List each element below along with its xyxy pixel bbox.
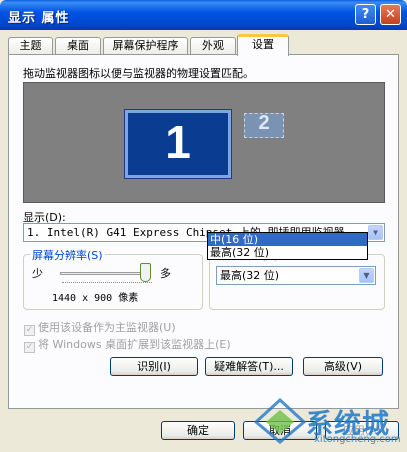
chevron-down-icon[interactable]: ▼ <box>359 268 374 283</box>
color-quality-dropdown-list: 中(16 位) 最高(32 位) <box>207 232 368 260</box>
watermark: 系统城 xitongcheng.com <box>254 396 404 448</box>
tab-appearance[interactable]: 外观 <box>190 37 236 55</box>
color-quality-select[interactable]: 最高(32 位) ▼ <box>216 266 376 285</box>
monitor-1-label: 1 <box>165 116 191 168</box>
monitor-2[interactable]: 2 <box>244 112 284 138</box>
color-option-16bit[interactable]: 中(16 位) <box>208 233 367 246</box>
extend-desktop-checkbox[interactable]: ✓ 将 Windows 桌面扩展到该监视器上(E) <box>24 336 231 353</box>
extend-desktop-label: 将 Windows 桌面扩展到该监视器上(E) <box>38 338 231 351</box>
tab-settings[interactable]: 设置 <box>237 34 289 56</box>
watermark-url: xitongcheng.com <box>314 434 401 445</box>
watermark-logo-icon <box>254 398 306 444</box>
chevron-down-icon[interactable]: ▼ <box>368 225 383 240</box>
help-button[interactable]: ? <box>355 4 376 25</box>
resolution-group: 屏幕分辨率(S) 少 多 1440 x 900 像素 <box>23 247 203 310</box>
resolution-less-label: 少 <box>32 267 43 280</box>
tab-desktop[interactable]: 桌面 <box>55 37 101 55</box>
checkbox-icon: ✓ <box>24 342 35 353</box>
troubleshoot-button[interactable]: 疑难解答(T)... <box>205 357 293 376</box>
slider-ticks <box>62 282 152 284</box>
primary-monitor-label: 使用该设备作为主监视器(U) <box>38 321 176 334</box>
resolution-more-label: 多 <box>160 267 171 280</box>
color-quality-group: 颜色质量(C) 最高(32 位) ▼ <box>209 247 385 310</box>
monitor-arrangement: 1 2 <box>23 82 385 203</box>
monitor-2-label: 2 <box>258 112 270 134</box>
advanced-button[interactable]: 高级(V) <box>303 357 383 376</box>
monitor-1[interactable]: 1 <box>124 109 232 179</box>
color-option-32bit[interactable]: 最高(32 位) <box>208 246 367 259</box>
color-quality-value: 最高(32 位) <box>220 269 280 282</box>
title-bar: 显示 属性 ? ✕ <box>0 0 407 30</box>
ok-button[interactable]: 确定 <box>161 421 235 440</box>
primary-monitor-checkbox[interactable]: ✓ 使用该设备作为主监视器(U) <box>24 319 176 336</box>
resolution-slider-track[interactable] <box>60 272 150 275</box>
close-button[interactable]: ✕ <box>380 4 401 25</box>
resolution-group-label: 屏幕分辨率(S) <box>30 247 105 263</box>
tab-themes[interactable]: 主题 <box>8 37 53 55</box>
identify-button[interactable]: 识别(I) <box>110 357 198 376</box>
resolution-value: 1440 x 900 像素 <box>52 293 139 304</box>
intro-text: 拖动监视器图标以便与监视器的物理设置匹配。 <box>23 67 254 80</box>
resolution-slider-thumb[interactable] <box>140 263 151 282</box>
checkbox-icon: ✓ <box>24 325 35 336</box>
tab-screensaver[interactable]: 屏幕保护程序 <box>103 37 188 55</box>
window-title: 显示 属性 <box>8 11 70 26</box>
